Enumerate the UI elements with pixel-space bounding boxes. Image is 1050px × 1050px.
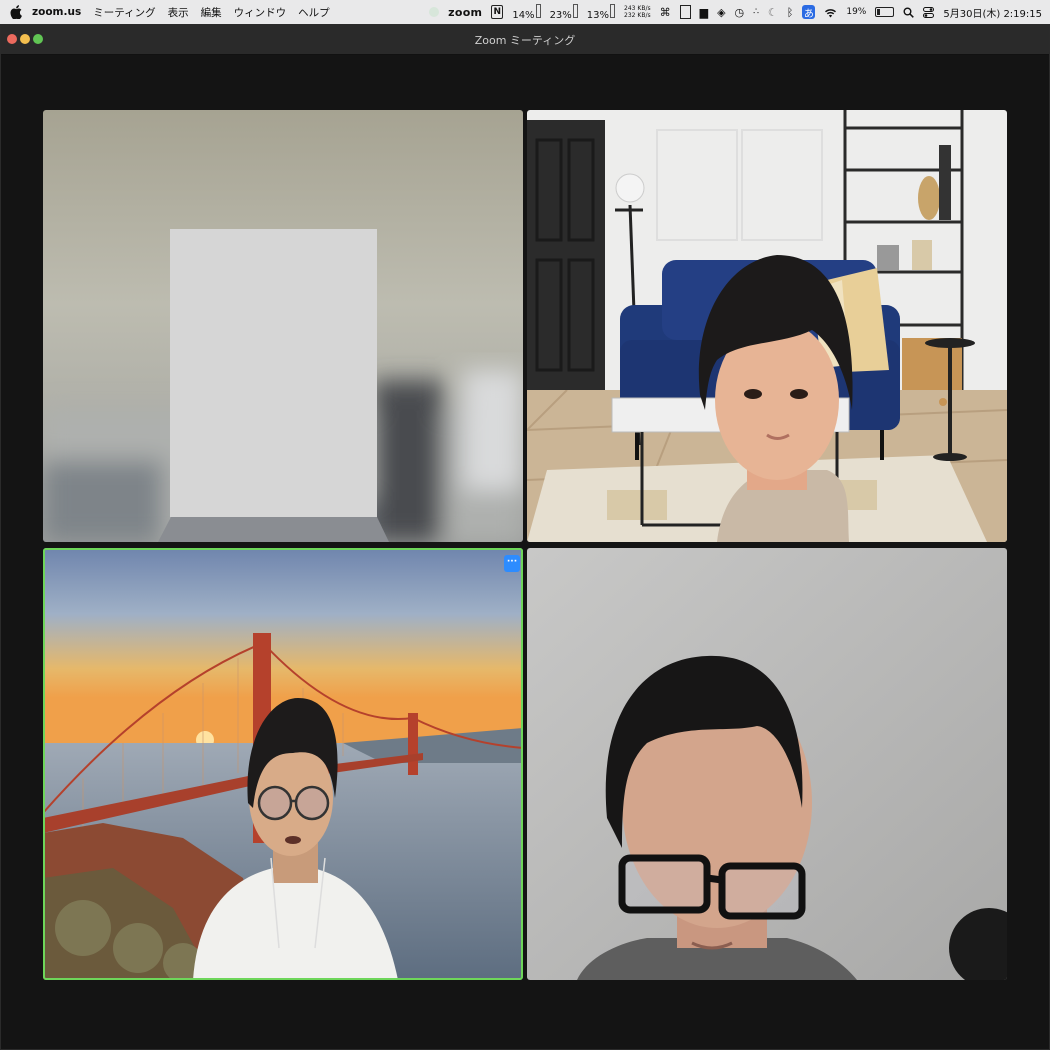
cpu-meter-1[interactable]: 14% (512, 3, 541, 21)
cpu-meter-3-value: 13% (586, 9, 610, 21)
cpu-meter-1-value: 14% (512, 9, 535, 21)
menu-window[interactable]: ウィンドウ (234, 5, 287, 20)
participant-4-video (527, 548, 1007, 980)
video-tile-participant-4[interactable] (527, 548, 1007, 980)
net-down-value: 232 KB/s (624, 12, 651, 19)
status-dot-icon[interactable] (429, 7, 440, 17)
app-menu[interactable]: zoom.us (32, 6, 81, 18)
display-icon[interactable]: ▆ (700, 4, 708, 20)
cpu-meter-2[interactable]: 23% (549, 3, 578, 21)
bluetooth-icon[interactable]: ᛒ (787, 4, 794, 20)
video-tile-participant-2[interactable] (527, 110, 1007, 542)
battery-icon[interactable] (875, 7, 895, 17)
apple-icon[interactable] (10, 5, 22, 19)
meter-bar-icon (535, 3, 541, 18)
menu-view[interactable]: 表示 (168, 5, 189, 20)
title-bar[interactable]: Zoom ミーティング (1, 25, 1049, 55)
meter-bar-icon (572, 3, 578, 18)
meter-bar-icon (610, 3, 616, 18)
clock[interactable]: 5月30日(木) 2:19:15 (943, 5, 1042, 20)
redaction-box (170, 229, 377, 517)
search-icon[interactable] (903, 7, 915, 18)
menu-help[interactable]: ヘルプ (298, 5, 330, 20)
notes-icon[interactable] (679, 5, 691, 19)
command-icon[interactable]: ⌘ (660, 4, 671, 20)
zoom-status-label[interactable]: zoom (448, 6, 482, 19)
cpu-meter-2-value: 23% (549, 9, 572, 21)
diamond-icon[interactable]: ◈ (717, 4, 725, 20)
menu-meeting[interactable]: ミーティング (93, 5, 155, 20)
wifi-icon[interactable] (824, 7, 837, 18)
dots-icon[interactable]: ∴ (753, 4, 759, 20)
menu-bar: zoom.us ミーティング 表示 編集 ウィンドウ ヘルプ zoom N 14… (0, 0, 1050, 24)
video-tile-participant-3[interactable]: ··· (43, 548, 523, 980)
n-app-icon[interactable]: N (491, 5, 504, 19)
input-method-icon[interactable]: あ (802, 5, 816, 20)
menu-edit[interactable]: 編集 (201, 5, 222, 20)
net-up-value: 243 KB/s (624, 5, 651, 12)
video-tile-participant-1[interactable] (43, 110, 523, 542)
control-center-icon[interactable] (923, 6, 935, 18)
more-options-button[interactable]: ··· (504, 555, 520, 572)
moon-icon[interactable]: ☾ (768, 4, 778, 20)
network-meter[interactable]: 243 KB/s 232 KB/s (624, 5, 651, 19)
cpu-meter-3[interactable]: 13% (586, 3, 616, 21)
participant-1-video (43, 110, 523, 542)
participant-3-video (43, 548, 523, 980)
time-machine-icon[interactable]: ◷ (735, 4, 745, 20)
participant-2-video (527, 110, 1007, 542)
battery-percent: 19% (846, 7, 867, 17)
window-title: Zoom ミーティング (474, 34, 576, 47)
